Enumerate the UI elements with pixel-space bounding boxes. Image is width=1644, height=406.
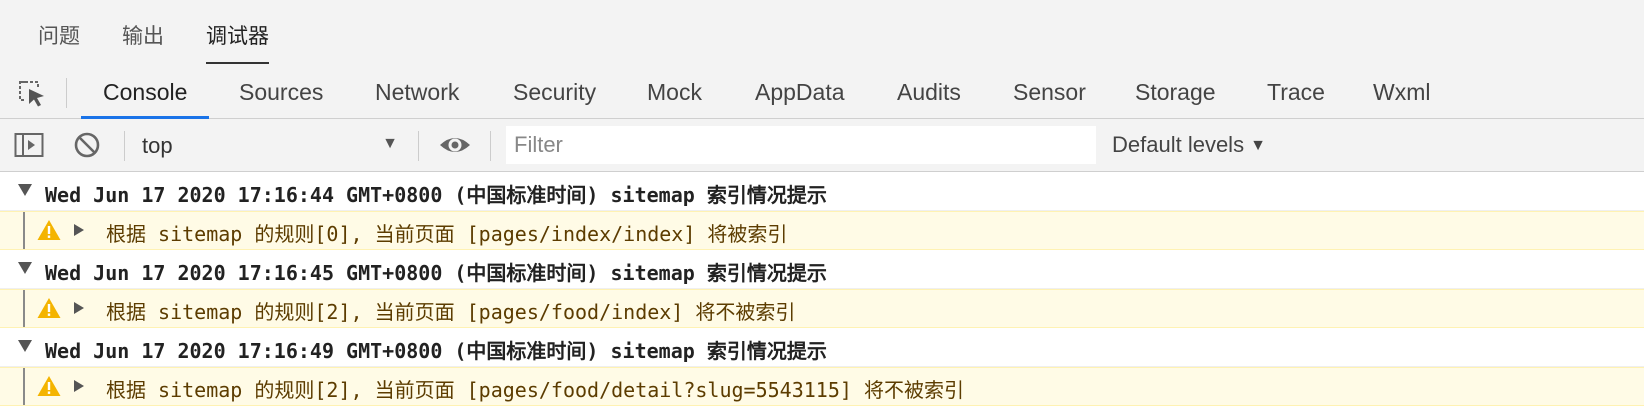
toolbar-divider	[124, 131, 125, 161]
sidebar-toggle-icon	[14, 133, 44, 157]
toggle-sidebar-button[interactable]	[14, 131, 44, 159]
context-selector[interactable]: top ▼	[140, 127, 402, 163]
group-indent-line	[23, 212, 25, 249]
warning-message-row: 根据 sitemap 的规则[2], 当前页面 [pages/food/deta…	[0, 367, 1644, 406]
warning-message-text: 根据 sitemap 的规则[2], 当前页面 [pages/food/deta…	[106, 378, 964, 402]
toolbar-divider	[418, 131, 419, 161]
warning-message-row: 根据 sitemap 的规则[0], 当前页面 [pages/index/ind…	[0, 211, 1644, 250]
expand-arrow-icon[interactable]	[74, 224, 84, 236]
warning-icon	[37, 298, 61, 318]
inspect-icon	[19, 81, 44, 107]
console-group-header[interactable]: Wed Jun 17 2020 17:16:49 GMT+0800 (中国标准时…	[0, 328, 1644, 367]
context-value: top	[142, 133, 173, 158]
warning-icon	[37, 220, 61, 240]
tab-audits[interactable]: Audits	[897, 66, 961, 118]
collapse-triangle-icon	[18, 184, 32, 196]
warning-message-text: 根据 sitemap 的规则[2], 当前页面 [pages/food/inde…	[106, 300, 796, 324]
tab-storage[interactable]: Storage	[1135, 66, 1216, 118]
tab-sensor[interactable]: Sensor	[1013, 66, 1086, 118]
inspect-element-button[interactable]	[16, 78, 48, 108]
tab-trace[interactable]: Trace	[1267, 66, 1325, 118]
block-icon	[74, 132, 100, 158]
devtools-tab-bar: Console Sources Network Security Mock Ap…	[0, 66, 1644, 119]
group-indent-line	[23, 368, 25, 405]
group-indent-line	[23, 290, 25, 327]
collapse-triangle-icon	[18, 262, 32, 274]
warning-icon	[37, 376, 61, 396]
console-group-header[interactable]: Wed Jun 17 2020 17:16:45 GMT+0800 (中国标准时…	[0, 250, 1644, 289]
group-title: Wed Jun 17 2020 17:16:44 GMT+0800 (中国标准时…	[45, 183, 827, 207]
chevron-down-icon: ▼	[382, 135, 398, 152]
console-toolbar: top ▼ Default levels ▼	[0, 119, 1644, 172]
warning-message-row: 根据 sitemap 的规则[2], 当前页面 [pages/food/inde…	[0, 289, 1644, 328]
tab-appdata[interactable]: AppData	[755, 66, 845, 118]
live-expression-button[interactable]	[438, 131, 472, 159]
tab-mock[interactable]: Mock	[647, 66, 702, 118]
panel-tab-bar: 问题 输出 调试器	[0, 0, 1644, 66]
tab-network[interactable]: Network	[375, 66, 459, 118]
filter-input[interactable]	[506, 126, 1096, 164]
tab-console[interactable]: Console	[80, 66, 210, 119]
tab-problems[interactable]: 问题	[38, 20, 80, 62]
tab-debugger[interactable]: 调试器	[206, 20, 269, 64]
tab-security[interactable]: Security	[513, 66, 596, 118]
warning-message-text: 根据 sitemap 的规则[0], 当前页面 [pages/index/ind…	[106, 222, 788, 246]
collapse-triangle-icon	[18, 340, 32, 352]
tab-wxml[interactable]: Wxml	[1373, 66, 1430, 118]
tab-output[interactable]: 输出	[122, 20, 164, 62]
tab-sources[interactable]: Sources	[239, 66, 323, 118]
log-levels-label: Default levels	[1112, 132, 1245, 157]
group-title: Wed Jun 17 2020 17:16:45 GMT+0800 (中国标准时…	[45, 261, 827, 285]
expand-arrow-icon[interactable]	[74, 380, 84, 392]
toolbar-divider	[490, 131, 491, 161]
console-output: Wed Jun 17 2020 17:16:44 GMT+0800 (中国标准时…	[0, 172, 1644, 406]
expand-arrow-icon[interactable]	[74, 302, 84, 314]
console-group-header[interactable]: Wed Jun 17 2020 17:16:44 GMT+0800 (中国标准时…	[0, 172, 1644, 211]
log-levels-dropdown[interactable]: Default levels ▼	[1112, 132, 1266, 158]
eye-icon	[440, 138, 470, 152]
toolbar-divider	[66, 78, 67, 108]
group-title: Wed Jun 17 2020 17:16:49 GMT+0800 (中国标准时…	[45, 339, 827, 363]
clear-console-button[interactable]	[72, 131, 102, 159]
chevron-down-icon: ▼	[1250, 137, 1266, 154]
